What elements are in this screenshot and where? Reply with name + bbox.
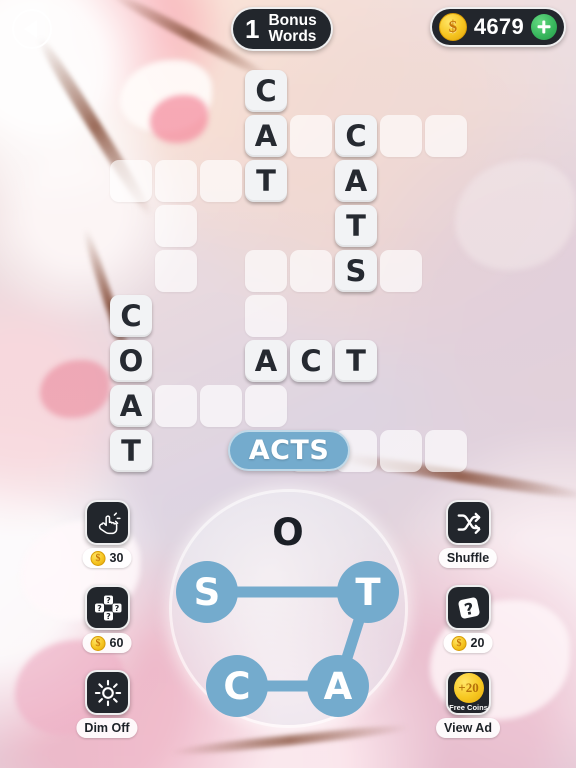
grid-cell-empty (380, 115, 422, 157)
grid-cell-empty (110, 160, 152, 202)
grid-cell-filled: T (335, 205, 377, 247)
svg-text:?: ? (106, 596, 111, 605)
grid-cell-empty (425, 115, 467, 157)
grid-cell-empty (245, 385, 287, 427)
bonus-word-badge: ACTS (228, 430, 350, 471)
question-marks-icon: ?? ?? (94, 595, 121, 621)
grid-cell-filled: S (335, 250, 377, 292)
letter-wheel[interactable]: OS T CA (172, 492, 405, 725)
grid-cell-empty (425, 430, 467, 472)
hint-cost: $ 20 (443, 633, 493, 653)
hint-tap-button[interactable] (85, 500, 130, 545)
reveal-letters-cost-value: 60 (109, 636, 124, 650)
coin-icon: $ (90, 635, 106, 651)
grid-cell-empty (155, 250, 197, 292)
coin-icon: $ (90, 550, 106, 566)
grid-cell-empty (200, 160, 242, 202)
view-ad-label: View Ad (436, 718, 500, 738)
hint-tap-cost: $ 30 (82, 548, 132, 568)
grid-cell-filled: A (335, 160, 377, 202)
shuffle-icon (457, 512, 480, 534)
svg-text:?: ? (97, 604, 102, 613)
reveal-letters-button[interactable]: ?? ?? (85, 585, 130, 630)
svg-text:?: ? (106, 612, 111, 621)
free-coins-icon: +20 (453, 672, 484, 703)
letter-o[interactable]: O (257, 501, 319, 563)
shuffle-label: Shuffle (438, 548, 498, 568)
pointing-hand-icon (98, 511, 121, 534)
grid-cell-empty (245, 250, 287, 292)
free-coins-button[interactable]: +20 Free Coins (446, 670, 491, 715)
shuffle-button[interactable] (446, 500, 491, 545)
grid-cell-empty (245, 295, 287, 337)
hint-tap-cost-value: 30 (109, 551, 124, 565)
grid-cell-filled: T (245, 160, 287, 202)
svg-text:?: ? (114, 604, 119, 613)
grid-cell-filled: C (290, 340, 332, 382)
question-mark-icon: ? (457, 596, 480, 619)
free-coins-caption: Free Coins (449, 702, 488, 712)
grid-cell-filled: A (110, 385, 152, 427)
dim-button[interactable] (85, 670, 130, 715)
reveal-letters-cost: $ 60 (82, 633, 132, 653)
hint-button[interactable]: ? (446, 585, 491, 630)
grid-cell-filled: T (335, 340, 377, 382)
free-coins-amount: +20 (458, 679, 479, 695)
dim-label: Dim Off (76, 718, 138, 738)
grid-cell-empty (155, 385, 197, 427)
letter-c[interactable]: C (206, 655, 268, 717)
grid-cell-empty (380, 430, 422, 472)
coin-icon: $ (451, 635, 467, 651)
brightness-sun-icon (94, 679, 121, 706)
grid-cell-filled: C (110, 295, 152, 337)
grid-cell-empty (380, 250, 422, 292)
grid-cell-empty (290, 115, 332, 157)
letter-t[interactable]: T (337, 561, 399, 623)
grid-cell-filled: C (245, 70, 287, 112)
grid-cell-filled: A (245, 115, 287, 157)
grid-cell-filled: C (335, 115, 377, 157)
grid-cell-filled: T (110, 430, 152, 472)
letter-a[interactable]: A (307, 655, 369, 717)
grid-cell-filled: A (245, 340, 287, 382)
grid-cell-empty (155, 160, 197, 202)
game-screen: 1 Bonus Words $ 4679 CACTATSCOACTAT ACTS… (0, 0, 576, 768)
grid-cell-empty (290, 250, 332, 292)
hint-cost-value: 20 (470, 636, 485, 650)
letter-s[interactable]: S (176, 561, 238, 623)
grid-cell-empty (200, 385, 242, 427)
grid-cell-filled: O (110, 340, 152, 382)
grid-cell-empty (155, 205, 197, 247)
